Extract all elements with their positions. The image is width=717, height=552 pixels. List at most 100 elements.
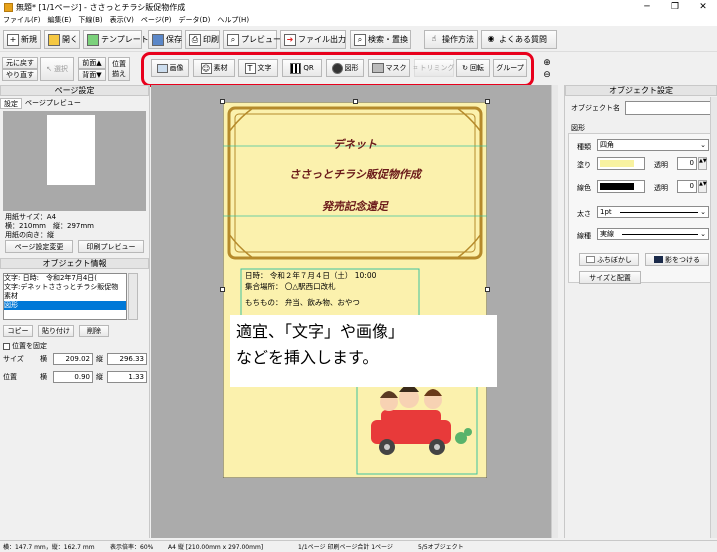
resize-handle[interactable] xyxy=(485,287,490,292)
export-button[interactable]: ➜ ファイル出力 xyxy=(280,30,346,49)
tab-shape[interactable]: 図形 xyxy=(571,123,585,133)
fill-color-swatch xyxy=(600,160,634,167)
line-style-preview xyxy=(622,234,698,235)
resize-handle[interactable] xyxy=(220,99,225,104)
fill-color-picker[interactable] xyxy=(597,157,645,170)
send-back-button[interactable]: 背面▼ xyxy=(78,69,106,81)
size-height-field[interactable]: 296.33 xyxy=(107,353,147,365)
flyer-items-line: もちもの： 弁当、飲み物、おやつ xyxy=(245,298,360,307)
zoom-out-icon[interactable]: ⊖ xyxy=(541,69,553,81)
list-item[interactable]: 素材 xyxy=(4,292,126,301)
title-bar: 無題* [1/1ページ] - ささっとチラシ販促物作成 ─ ❐ ✕ xyxy=(0,0,717,14)
flyer-title-2[interactable]: ささっとチラシ販促物作成 xyxy=(223,166,487,182)
main-toolbar: + 新規 開く テンプレート 保存 ⎙ 印刷 ⌕ プレビュー ➜ ファイル出力 ⌕ 検索・… xyxy=(0,27,717,52)
minimize-button[interactable]: ─ xyxy=(633,0,661,14)
shadow-button[interactable]: 影をつける xyxy=(645,253,709,266)
save-button[interactable]: 保存 xyxy=(148,30,182,49)
object-list[interactable]: 文字: 日時: 令和2年7月4日( 文字:デネットささっとチラシ販促物 素材 図… xyxy=(3,273,127,320)
lock-position-checkbox[interactable] xyxy=(3,342,10,350)
object-list-scrollbar[interactable] xyxy=(128,273,138,320)
howto-button[interactable]: ☝ 操作方法 xyxy=(424,30,478,49)
line-width-select[interactable]: 1pt ⌄ xyxy=(597,206,709,218)
faq-button[interactable]: ◉ よくある質問 xyxy=(481,30,557,49)
tab-settings[interactable]: 設定 xyxy=(0,98,22,109)
left-panel: ページ設定 設定 ページプレビュー 用紙サイズ：A4 横：210mm 縦：297… xyxy=(0,85,150,538)
menu-underline[interactable]: 下線(B) xyxy=(78,15,102,25)
chevron-down-icon: ⌄ xyxy=(700,230,706,238)
close-button[interactable]: ✕ xyxy=(689,0,717,14)
open-button[interactable]: 開く xyxy=(44,30,80,49)
blur-edge-button[interactable]: ふちぼかし xyxy=(579,253,639,266)
select-button[interactable]: ↖ 選択 xyxy=(40,57,74,81)
search-replace-button[interactable]: ⌕ 検索・置換 xyxy=(350,30,411,49)
print-preview-button[interactable]: 印刷プレビュー xyxy=(78,240,144,253)
flyer-title-3[interactable]: 発売記念遠足 xyxy=(223,198,487,214)
list-item[interactable]: 文字:デネットささっとチラシ販促物 xyxy=(4,283,126,292)
select-arrow-icon: ↖ xyxy=(46,65,52,73)
flyer-page[interactable]: デネット ささっとチラシ販促物作成 発売記念遠足 日時： 令和２年７月４日（土）… xyxy=(220,99,490,478)
flyer-body-text[interactable]: 日時： 令和２年７月４日（土） 10:00 集合場所： 〇△駅西口改札 もちもの… xyxy=(245,270,376,308)
size-position-button[interactable]: サイズと配置 xyxy=(579,271,641,284)
shadow-icon xyxy=(654,256,663,263)
shape-kind-select[interactable]: 四角 ⌄ xyxy=(597,139,709,151)
line-color-swatch xyxy=(600,183,634,190)
magnifier-icon: ⌕ xyxy=(227,33,239,46)
resize-handle[interactable] xyxy=(353,99,358,104)
resize-handle[interactable] xyxy=(220,287,225,292)
size-width-field[interactable]: 209.02 xyxy=(53,353,93,365)
menu-page[interactable]: ページ(P) xyxy=(141,15,172,25)
right-panel-scrollbar[interactable] xyxy=(710,97,717,538)
line-alpha-stepper[interactable]: ▲▼ xyxy=(698,180,707,193)
undo-button[interactable]: 元に戻す xyxy=(2,57,38,69)
cursor-position-text: 横：147.7 mm，縦：162.7 mm xyxy=(3,544,95,551)
resize-handle[interactable] xyxy=(485,99,490,104)
fill-alpha-field[interactable]: 0 xyxy=(677,157,697,170)
line-width-preview xyxy=(620,212,698,213)
list-item-selected[interactable]: 図形 xyxy=(4,301,126,310)
page-tabs: 設定 ページプレビュー xyxy=(0,98,149,109)
paste-button[interactable]: 貼り付け xyxy=(38,325,74,337)
app-icon xyxy=(4,2,13,12)
menu-edit[interactable]: 編集(E) xyxy=(48,15,72,25)
page-thumbnail xyxy=(47,115,95,185)
tab-page-preview[interactable]: ページプレビュー xyxy=(22,98,84,109)
maximize-button[interactable]: ❐ xyxy=(661,0,689,14)
menu-view[interactable]: 表示(V) xyxy=(110,15,134,25)
callout-line-1: 適宜、「文字」や画像」 xyxy=(236,322,405,341)
menu-data[interactable]: データ(D) xyxy=(178,15,210,25)
redo-button[interactable]: やり直す xyxy=(2,69,38,81)
menu-bar: ファイル(F) 編集(E) 下線(B) 表示(V) ページ(P) データ(D) … xyxy=(0,14,717,26)
flyer-place-line: 集合場所： 〇△駅西口改札 xyxy=(245,282,336,291)
folder-icon xyxy=(48,33,60,46)
page-thumbnail-area xyxy=(3,111,146,211)
delete-button[interactable]: 削除 xyxy=(79,325,109,337)
template-button[interactable]: テンプレート xyxy=(83,30,149,49)
line-style-select[interactable]: 実線 ⌄ xyxy=(597,228,709,240)
flyer-title-1[interactable]: デネット xyxy=(223,136,487,152)
copy-button[interactable]: コピー xyxy=(3,325,33,337)
paper-orientation-text: 用紙の向き：縦 xyxy=(5,231,54,239)
object-count-text: 5/5オブジェクト xyxy=(418,544,464,551)
list-item[interactable]: 文字: 日時: 令和2年7月4日( xyxy=(4,274,126,283)
new-button[interactable]: + 新規 xyxy=(3,30,41,49)
zoom-in-icon[interactable]: ⊕ xyxy=(541,57,553,69)
object-info-header: オブジェクト情報 xyxy=(0,258,149,269)
page-settings-change-button[interactable]: ページ設定変更 xyxy=(5,240,73,253)
preview-button[interactable]: ⌕ プレビュー xyxy=(223,30,281,49)
object-name-field[interactable] xyxy=(625,101,713,115)
line-alpha-field[interactable]: 0 xyxy=(677,180,697,193)
canvas-scrollbar[interactable] xyxy=(551,85,558,538)
menu-file[interactable]: ファイル(F) xyxy=(3,15,41,25)
position-y-field[interactable]: 1.33 xyxy=(107,371,147,383)
menu-help[interactable]: ヘルプ(H) xyxy=(217,15,249,25)
position-x-field[interactable]: 0.90 xyxy=(53,371,93,383)
bring-front-button[interactable]: 前面▲ xyxy=(78,57,106,69)
object-settings-header: オブジェクト設定 xyxy=(565,85,717,96)
print-button[interactable]: ⎙ 印刷 xyxy=(185,30,220,49)
fill-alpha-stepper[interactable]: ▲▼ xyxy=(698,157,707,170)
paper-size-text: 用紙サイズ：A4 xyxy=(5,213,57,221)
line-color-picker[interactable] xyxy=(597,180,645,193)
printer-icon: ⎙ xyxy=(189,33,201,46)
editor-canvas[interactable]: デネット ささっとチラシ販促物作成 発売記念遠足 日時： 令和２年７月４日（土）… xyxy=(151,85,558,538)
align-button[interactable]: 位置 揃え xyxy=(108,57,130,81)
